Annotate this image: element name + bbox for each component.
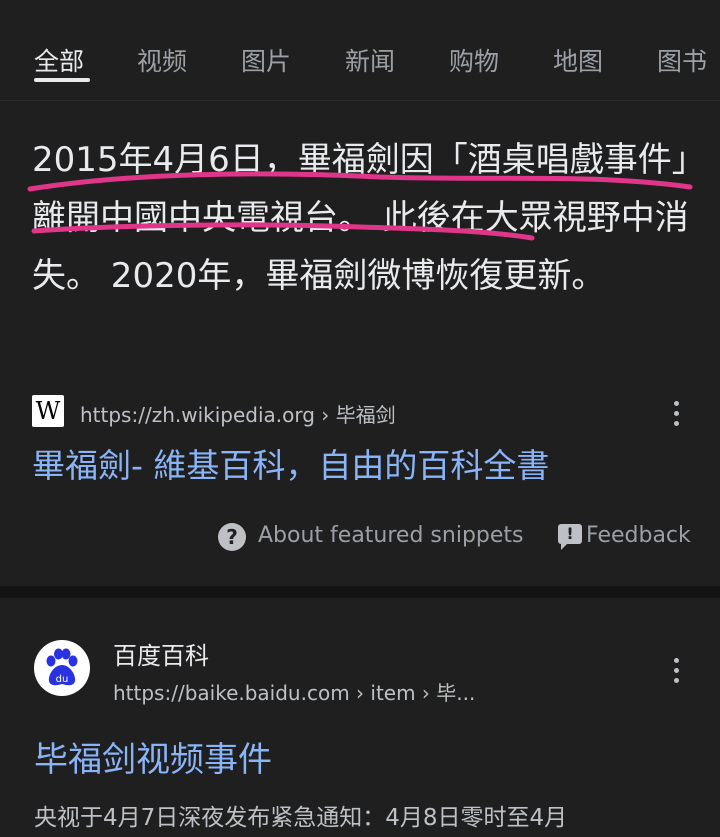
about-featured-snippets-button[interactable]: ? About featured snippets (218, 521, 524, 553)
wikipedia-icon: W (32, 395, 64, 427)
result-description: 央视于4月7日深夜发布紧急通知：4月8日零时至4月 (34, 805, 568, 831)
tab-news[interactable]: 新闻 (345, 42, 395, 78)
result-title-link[interactable]: 畢福劍- 維基百科，自由的百科全書 (32, 439, 549, 487)
search-tabs: 全部 视频 图片 新闻 购物 地图 图书 (0, 0, 720, 101)
tab-books[interactable]: 图书 (657, 42, 707, 78)
active-tab-indicator (34, 78, 90, 82)
site-name: 百度百科 (113, 642, 209, 670)
help-icon: ? (218, 523, 246, 551)
featured-snippet-text: 2015年4月6日，畢福劍因「酒桌唱戲事件」離開中國中央電視台。 此後在大眾視野… (32, 140, 689, 296)
source-row[interactable]: W https://zh.wikipedia.org › 毕福剑 (32, 395, 692, 429)
feedback-label: Feedback (586, 523, 691, 548)
tab-shopping[interactable]: 购物 (449, 42, 499, 78)
feedback-icon: ! (558, 524, 582, 550)
source-url[interactable]: https://zh.wikipedia.org › 毕福剑 (80, 399, 396, 428)
baidu-icon: du (34, 640, 90, 696)
tab-maps[interactable]: 地图 (553, 42, 603, 78)
svg-text:du: du (56, 674, 69, 685)
feedback-button[interactable]: ! Feedback (558, 521, 708, 553)
site-url[interactable]: https://baike.baidu.com › item › 毕... (113, 677, 475, 706)
tab-all[interactable]: 全部 (34, 42, 84, 78)
tab-videos[interactable]: 视频 (137, 42, 187, 78)
more-vert-icon[interactable] (672, 401, 680, 431)
result-title-link[interactable]: 毕福剑视频事件 (34, 732, 272, 781)
about-featured-snippets-label: About featured snippets (258, 523, 524, 548)
more-vert-icon[interactable] (672, 658, 680, 688)
search-result-card: du 百度百科 https://baike.baidu.com › item ›… (0, 598, 720, 837)
featured-snippet-card: 2015年4月6日，畢福劍因「酒桌唱戲事件」離開中國中央電視台。 此後在大眾視野… (0, 101, 720, 586)
card-divider (0, 586, 720, 598)
tab-images[interactable]: 图片 (241, 42, 291, 78)
